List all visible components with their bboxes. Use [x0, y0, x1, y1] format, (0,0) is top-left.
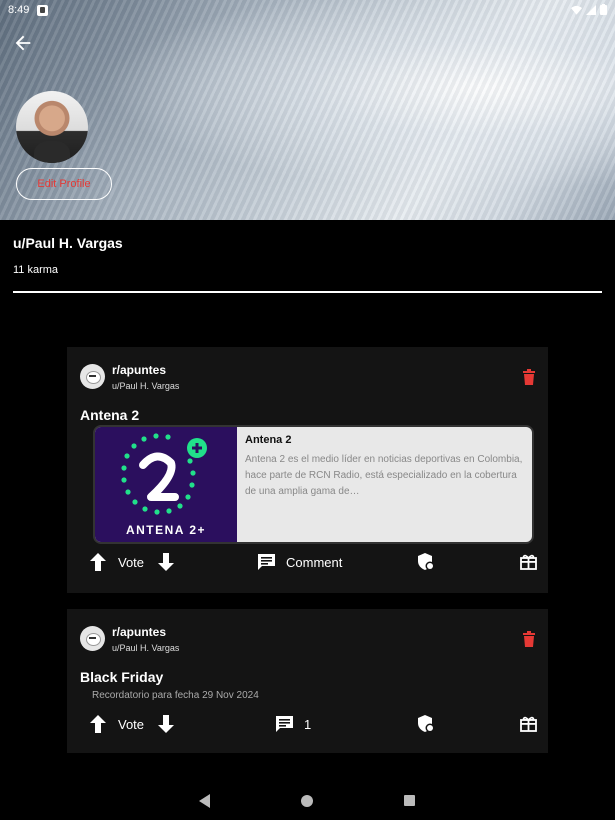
downvote-icon[interactable] — [158, 715, 174, 733]
post-body-text: Recordatorio para fecha 29 Nov 2024 — [92, 690, 259, 701]
downvote-icon[interactable] — [158, 553, 174, 571]
logo-text: ANTENA 2+ — [126, 523, 206, 537]
link-preview-card[interactable]: ANTENA 2+ Antena 2 Antena 2 es el medio … — [93, 425, 534, 544]
comment-count[interactable]: 1 — [304, 717, 311, 732]
award-icon[interactable] — [520, 554, 537, 570]
post-subreddit[interactable]: r/apuntes — [112, 625, 166, 639]
status-indicators — [571, 4, 607, 15]
award-icon[interactable] — [520, 716, 537, 732]
antena2-logo: ANTENA 2+ — [121, 433, 207, 537]
post-actions: Vote 1 — [67, 713, 548, 737]
profile-username: u/Paul H. Vargas — [13, 235, 123, 251]
upvote-icon[interactable] — [90, 715, 106, 733]
nav-back-icon[interactable] — [198, 794, 212, 808]
battery-icon — [600, 4, 607, 15]
nav-recents-icon[interactable] — [404, 795, 415, 806]
nav-home-icon[interactable] — [301, 795, 313, 807]
subreddit-avatar-icon — [80, 626, 105, 651]
vote-label: Vote — [118, 717, 145, 732]
profile-divider — [13, 291, 602, 293]
comment-icon[interactable] — [258, 554, 275, 570]
post-author[interactable]: u/Paul H. Vargas — [112, 643, 179, 653]
delete-icon[interactable] — [522, 631, 536, 647]
mod-shield-icon[interactable] — [418, 715, 435, 733]
wifi-icon — [571, 5, 582, 15]
link-title: Antena 2 — [245, 434, 292, 446]
mod-shield-icon[interactable] — [418, 553, 435, 571]
post-subreddit[interactable]: r/apuntes — [112, 363, 166, 377]
comment-icon[interactable] — [276, 716, 293, 732]
vote-label: Vote — [118, 555, 145, 570]
comment-label[interactable]: Comment — [286, 555, 342, 570]
edit-profile-button[interactable]: Edit Profile — [16, 168, 112, 200]
app-notification-icon — [37, 4, 49, 16]
subreddit-avatar-icon — [80, 364, 105, 389]
status-time: 8:49 — [8, 4, 30, 16]
upvote-icon[interactable] — [90, 553, 106, 571]
profile-karma: 11 karma — [13, 264, 59, 276]
signal-icon — [586, 4, 596, 15]
back-arrow-icon[interactable] — [12, 32, 34, 54]
status-bar: 8:49 — [0, 0, 615, 20]
profile-avatar — [16, 91, 88, 163]
delete-icon[interactable] — [522, 369, 536, 385]
link-thumbnail: ANTENA 2+ — [95, 427, 237, 542]
post-title[interactable]: Antena 2 — [80, 407, 139, 423]
post-title[interactable]: Black Friday — [80, 669, 163, 685]
post-card[interactable]: r/apuntes u/Paul H. Vargas Black Friday … — [67, 609, 548, 753]
post-actions: Vote Comment — [67, 551, 548, 575]
post-author[interactable]: u/Paul H. Vargas — [112, 381, 179, 391]
post-card[interactable]: r/apuntes u/Paul H. Vargas Antena 2 ANTE… — [67, 347, 548, 593]
link-description: Antena 2 es el medio líder en noticias d… — [245, 454, 523, 497]
